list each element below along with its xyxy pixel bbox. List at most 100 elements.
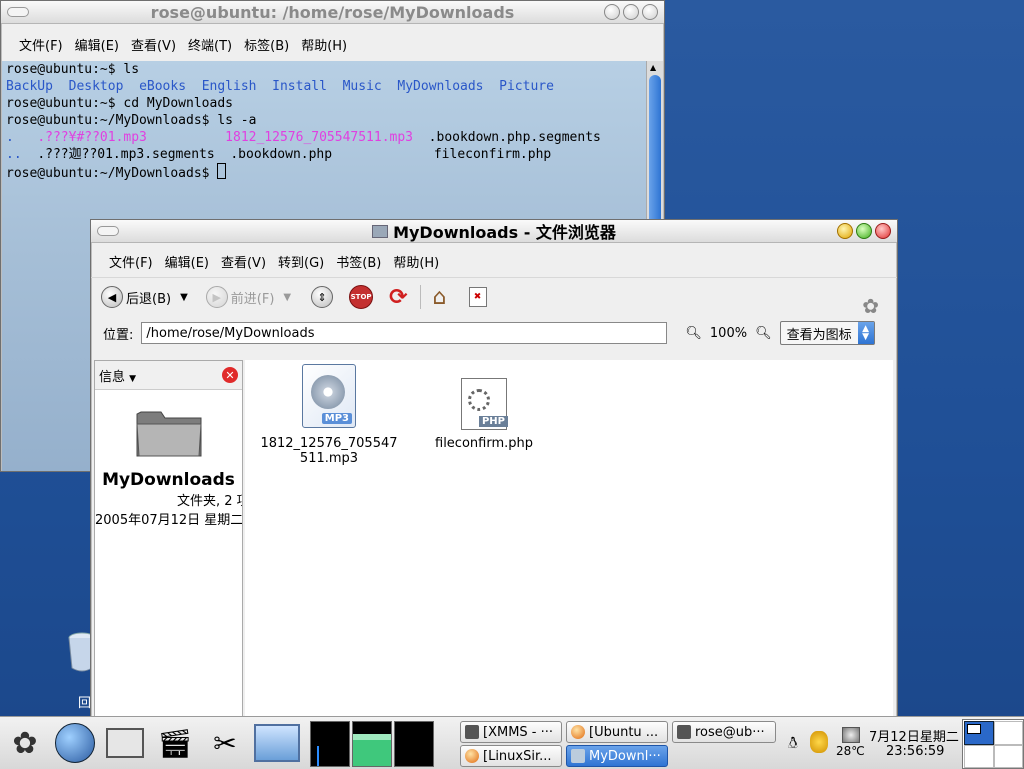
file-entry: 1812_12576_705547511.mp3 <box>225 130 414 145</box>
close-side-pane-icon[interactable]: ✕ <box>222 367 238 383</box>
task-mydownloads[interactable]: MyDownl··· <box>566 745 668 767</box>
video-launcher-icon[interactable]: 🎬︎ <box>152 720 198 766</box>
computer-button[interactable]: ✖ <box>468 287 487 307</box>
php-file-icon: PHP <box>461 378 508 430</box>
menu-file[interactable]: 文件(F) <box>13 35 69 54</box>
folder-info: 文件夹, 2 项 <box>177 494 243 509</box>
dir-entry: . <box>6 130 14 145</box>
mp3-file-icon: MP3 <box>302 364 356 428</box>
file-item-php[interactable]: PHP fileconfirm.php <box>429 378 539 451</box>
zoom-level[interactable]: 100% <box>710 326 747 341</box>
maximize-icon[interactable] <box>856 223 872 239</box>
dir-entry: Music <box>342 79 382 94</box>
forward-button[interactable]: ▶ 前进(F) ▼ <box>205 286 291 308</box>
terminal-line: . .???¥#??01.mp3 1812_12576_705547511.mp… <box>6 129 642 146</box>
clock-time[interactable]: 23:56:59 <box>886 744 944 759</box>
reload-button[interactable]: ⟳ <box>389 285 407 310</box>
file-item-mp3[interactable]: MP3 1812_12576_705547 511.mp3 <box>259 364 399 466</box>
location-bar: 位置: /home/rose/MyDownloads 🔍︎ 100% 🔍︎ 查看… <box>91 316 897 350</box>
chevron-down-icon: ▼ <box>129 373 137 384</box>
clock-date[interactable]: 7月12日星期二 <box>869 726 959 745</box>
menu-go[interactable]: 转到(G) <box>272 252 330 271</box>
icon-view[interactable]: MP3 1812_12576_705547 511.mp3 PHP fileco… <box>245 360 893 717</box>
terminal-icon <box>677 725 691 739</box>
menu-edit[interactable]: 编辑(E) <box>69 35 125 54</box>
location-value: /home/rose/MyDownloads <box>146 325 315 341</box>
close-icon[interactable] <box>642 4 658 20</box>
window-menu-icon[interactable] <box>97 226 119 236</box>
location-input[interactable]: /home/rose/MyDownloads <box>141 322 668 344</box>
task-xmms[interactable]: [XMMS - ··· <box>460 721 562 743</box>
workspace-1[interactable] <box>964 721 994 745</box>
task-label: rose@ub··· <box>695 724 765 740</box>
workspace-2[interactable] <box>994 721 1023 745</box>
zoom-out-icon[interactable]: 🔍︎ <box>685 326 702 341</box>
stop-button[interactable]: STOP <box>349 285 374 309</box>
task-terminal[interactable]: rose@ub··· <box>672 721 776 743</box>
menu-edit[interactable]: 编辑(E) <box>159 252 215 271</box>
back-label: 后退(B) <box>126 291 172 307</box>
view-as-select[interactable]: 查看为图标 ▲ ▼ <box>779 321 875 345</box>
menu-bookmarks[interactable]: 书签(B) <box>330 252 387 271</box>
dir-entry: Install <box>272 79 327 94</box>
file-entry: .bookdown.php.segments <box>428 130 601 145</box>
forward-label: 前进(F) <box>230 291 275 307</box>
home-button[interactable]: ⌂ <box>433 285 447 310</box>
qq-icon[interactable]: 🐧︎ <box>788 733 798 755</box>
file-name-cont: 511.mp3 <box>299 451 359 466</box>
menu-file[interactable]: 文件(F) <box>103 252 159 271</box>
cpu-monitor-graph[interactable] <box>310 721 350 767</box>
browser-titlebar[interactable]: MyDownloads - 文件浏览器 <box>91 220 897 243</box>
gnome-foot-launcher-icon[interactable]: ✿ <box>2 720 48 766</box>
folder-name: MyDownloads <box>102 470 235 490</box>
task-label: [LinuxSir... <box>483 748 552 764</box>
task-ubuntu[interactable]: [Ubuntu ... <box>566 721 668 743</box>
window-menu-icon[interactable] <box>7 7 29 17</box>
menu-tabs[interactable]: 标签(B) <box>238 35 295 54</box>
menu-help[interactable]: 帮助(H) <box>387 252 445 271</box>
menu-terminal[interactable]: 终端(T) <box>182 35 238 54</box>
back-button[interactable]: ◀ 后退(B) ▼ <box>101 286 188 308</box>
workspace-switcher[interactable] <box>962 719 1024 769</box>
weather-icon[interactable] <box>842 727 860 743</box>
side-pane: 信息 ▼ ✕ MyDownloads 文件夹, 2 项 2005年07月12日 … <box>94 360 243 717</box>
task-linuxsir[interactable]: [LinuxSir... <box>460 745 562 767</box>
file-entry: fileconfirm.php <box>433 147 552 162</box>
web-browser-launcher-icon[interactable] <box>52 720 98 766</box>
terminal-titlebar[interactable]: rose@ubuntu: /home/rose/MyDownloads <box>1 1 664 24</box>
temperature[interactable]: 28℃ <box>836 744 865 758</box>
close-icon[interactable] <box>875 223 891 239</box>
side-pane-title: 信息 <box>99 369 126 385</box>
minimize-icon[interactable] <box>837 223 853 239</box>
tray-app-icon[interactable] <box>810 731 828 753</box>
dir-entry: Desktop <box>68 79 124 94</box>
terminal-line: BackUp Desktop eBooks English Install Mu… <box>6 78 642 95</box>
screenshot-launcher-icon[interactable]: ✂ <box>202 720 248 766</box>
back-arrow-icon: ◀ <box>101 286 123 308</box>
forward-dropdown-icon[interactable]: ▼ <box>283 292 291 303</box>
menu-view[interactable]: 查看(V) <box>125 35 182 54</box>
scroll-up-icon[interactable]: ▲ <box>650 63 656 72</box>
workspace-4[interactable] <box>994 745 1023 768</box>
task-label: [Ubuntu ... <box>589 724 659 740</box>
file-name: fileconfirm.php <box>435 436 533 451</box>
dir-entry: MyDownloads <box>397 79 484 94</box>
cursor <box>217 163 227 179</box>
side-pane-selector[interactable]: 信息 ▼ <box>99 366 136 385</box>
menu-help[interactable]: 帮助(H) <box>295 35 353 54</box>
maximize-icon[interactable] <box>623 4 639 20</box>
menu-view[interactable]: 查看(V) <box>215 252 272 271</box>
select-arrows-icon: ▲ ▼ <box>857 322 874 344</box>
file-browser-window[interactable]: MyDownloads - 文件浏览器 文件(F) 编辑(E) 查看(V) 转到… <box>90 219 898 718</box>
zoom-in-icon[interactable]: 🔍︎ <box>755 326 772 341</box>
up-button[interactable]: ⇕ <box>311 286 334 308</box>
terminal-menubar: 文件(F) 编辑(E) 查看(V) 终端(T) 标签(B) 帮助(H) <box>1 32 664 56</box>
desktop-launcher-icon[interactable] <box>254 720 300 766</box>
network-monitor-graph[interactable] <box>394 721 434 767</box>
minimize-icon[interactable] <box>604 4 620 20</box>
computer-launcher-icon[interactable] <box>102 720 148 766</box>
memory-monitor-graph[interactable] <box>352 721 392 767</box>
back-dropdown-icon[interactable]: ▼ <box>180 292 188 303</box>
mp3-badge: MP3 <box>321 413 352 424</box>
workspace-3[interactable] <box>964 745 994 768</box>
